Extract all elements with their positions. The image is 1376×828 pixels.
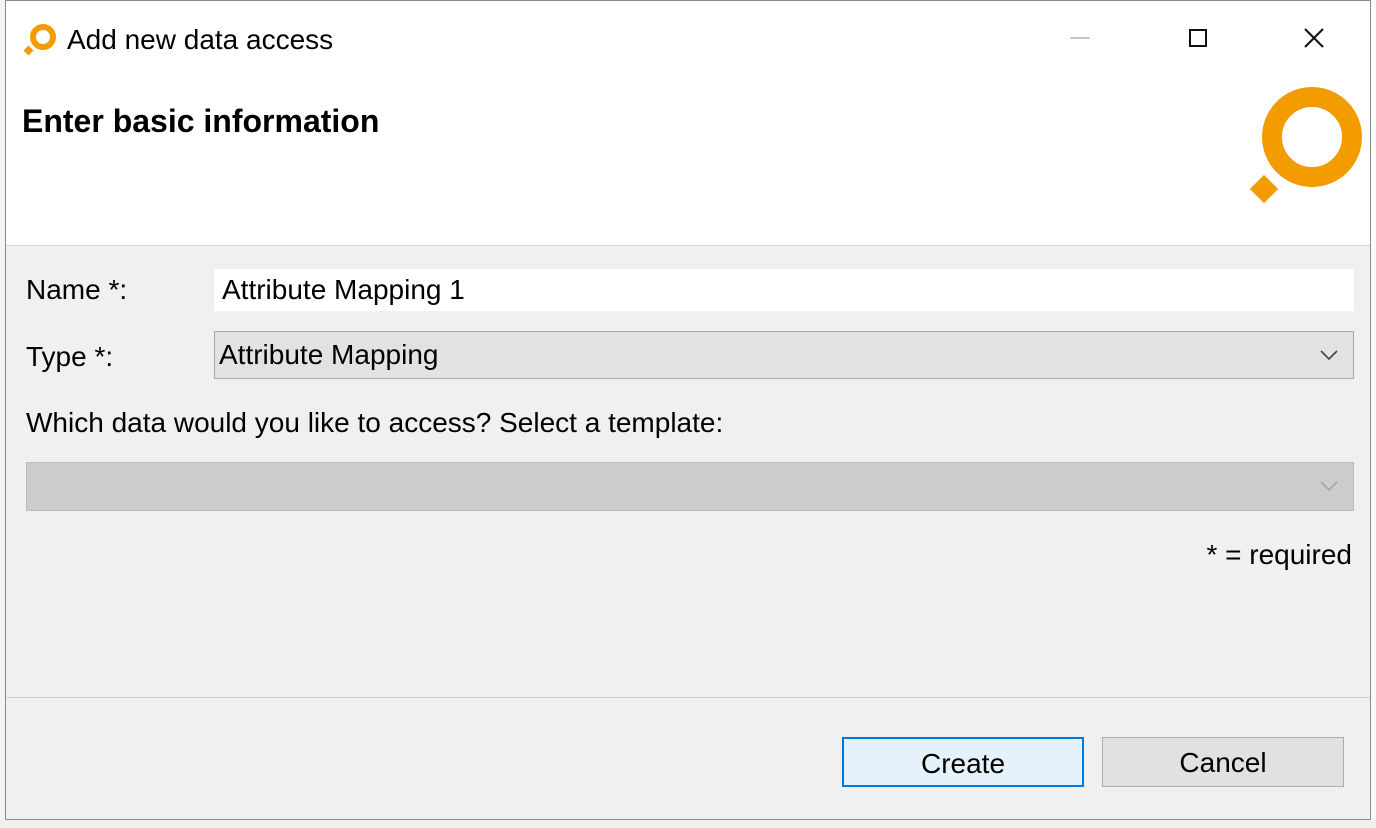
- page-title: Enter basic information: [22, 103, 380, 139]
- footer-divider: [6, 697, 1370, 698]
- template-prompt: Which data would you like to access? Sel…: [26, 407, 724, 438]
- type-dropdown-value: Attribute Mapping: [219, 339, 439, 370]
- create-button[interactable]: Create: [842, 737, 1084, 787]
- app-logo-icon: [23, 24, 56, 56]
- name-input[interactable]: [214, 269, 1354, 311]
- close-button[interactable]: [1256, 1, 1370, 75]
- minimize-icon: [1070, 37, 1090, 39]
- maximize-button[interactable]: [1140, 1, 1256, 75]
- chevron-down-icon: [1320, 481, 1338, 492]
- title-bar[interactable]: Add new data access: [6, 1, 1370, 79]
- required-note: * = required: [1206, 539, 1352, 570]
- window-title: Add new data access: [67, 24, 334, 55]
- template-dropdown[interactable]: [26, 462, 1354, 511]
- type-label: Type *:: [26, 341, 114, 372]
- type-dropdown[interactable]: Attribute Mapping: [214, 331, 1354, 379]
- name-label: Name *:: [26, 274, 128, 305]
- brand-logo-icon: [1249, 87, 1362, 204]
- minimize-button[interactable]: [1022, 1, 1138, 75]
- maximize-icon: [1189, 29, 1207, 47]
- chevron-down-icon: [1320, 350, 1338, 361]
- add-data-access-dialog: Add new data access Enter basic informat…: [5, 0, 1371, 820]
- cancel-button[interactable]: Cancel: [1102, 737, 1344, 787]
- wizard-header: Enter basic information: [6, 79, 1370, 246]
- background-bottom-edge: [0, 820, 1376, 828]
- close-icon: [1304, 28, 1324, 48]
